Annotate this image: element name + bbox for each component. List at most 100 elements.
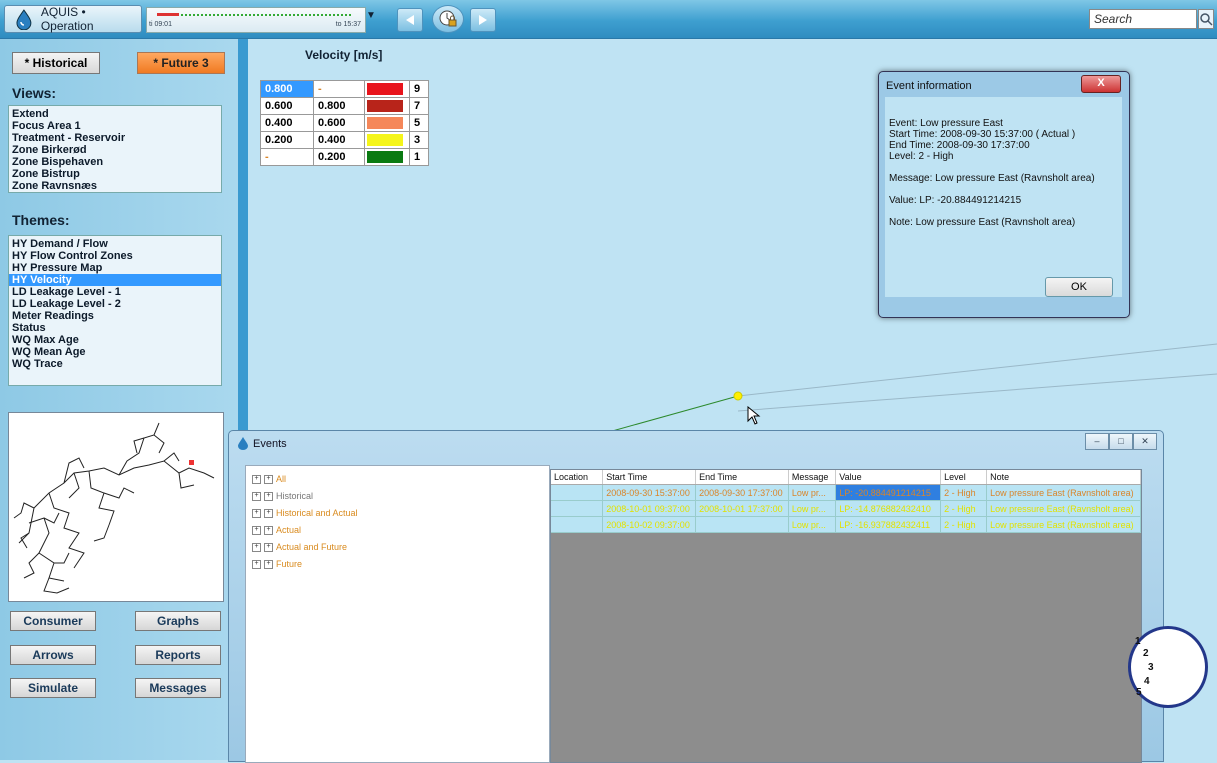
theme-item[interactable]: LD Leakage Level - 1 — [9, 286, 221, 298]
previous-button[interactable] — [397, 8, 423, 32]
view-item[interactable]: Zone Bispehaven — [9, 156, 221, 168]
table-cell[interactable]: Low pr... — [788, 500, 837, 517]
table-cell[interactable] — [551, 516, 604, 533]
search-input[interactable]: Search — [1089, 9, 1197, 29]
view-item[interactable]: Zone Ravnsnæs — [9, 180, 221, 192]
app-menu-button[interactable]: AQUIS • Operation — [4, 5, 142, 33]
column-header[interactable]: End Time — [695, 470, 789, 485]
table-row[interactable]: 2008-09-30 15:37:00 2008-09-30 17:37:00 Lo… — [551, 484, 1141, 501]
timeline-dropdown-icon[interactable]: ▼ — [366, 10, 376, 21]
graphs-button[interactable]: Graphs — [135, 611, 221, 631]
events-window: Events – □ ✕ + + All + + Historical + + Historic… — [228, 430, 1164, 763]
expand-icon[interactable]: + — [264, 543, 273, 553]
table-cell[interactable]: Low pressure East (Ravnsholt area) — [986, 484, 1141, 501]
view-item[interactable]: Zone Bistrup — [9, 168, 221, 180]
expand-icon[interactable]: + — [252, 526, 261, 536]
simulate-button[interactable]: Simulate — [10, 678, 96, 698]
reports-button[interactable]: Reports — [135, 645, 221, 665]
table-cell[interactable]: LP: -16.937882432411 — [835, 516, 942, 533]
view-item[interactable]: Treatment - Reservoir — [9, 132, 221, 144]
theme-item[interactable]: HY Pressure Map — [9, 262, 221, 274]
table-cell[interactable] — [551, 484, 604, 501]
table-row[interactable]: 2008-10-01 09:37:00 2008-10-01 17:37:00 Lo… — [551, 500, 1141, 517]
tree-node[interactable]: + + Actual — [252, 525, 301, 536]
expand-icon[interactable]: + — [252, 475, 261, 485]
table-cell[interactable] — [551, 500, 604, 517]
maximize-button[interactable]: □ — [1109, 433, 1133, 450]
table-cell[interactable]: 2 - High — [940, 484, 988, 501]
table-cell[interactable]: Low pressure East (Ravnsholt area) — [986, 500, 1141, 517]
theme-item[interactable]: Status — [9, 322, 221, 334]
column-header[interactable]: Note — [986, 470, 1141, 485]
column-header[interactable]: Value — [835, 470, 942, 485]
table-cell[interactable]: 2 - High — [940, 516, 988, 533]
expand-icon[interactable]: + — [252, 543, 261, 553]
messages-button[interactable]: Messages — [135, 678, 221, 698]
table-cell[interactable]: 2008-10-01 17:37:00 — [695, 500, 789, 517]
expand-icon[interactable]: + — [264, 526, 273, 536]
view-item[interactable]: Zone Birkerød — [9, 144, 221, 156]
table-cell[interactable]: 2008-09-30 15:37:00 — [602, 484, 697, 501]
expand-icon[interactable]: + — [252, 492, 261, 502]
table-cell[interactable]: 2008-10-01 09:37:00 — [602, 500, 697, 517]
tree-node[interactable]: + + Future — [252, 559, 302, 570]
tree-node[interactable]: + + Actual and Future — [252, 542, 347, 553]
column-header[interactable]: Message — [788, 470, 837, 485]
tree-node[interactable]: + + Historical — [252, 491, 313, 502]
minimize-button[interactable]: – — [1085, 433, 1109, 450]
column-header[interactable]: Start Time — [602, 470, 697, 485]
table-cell[interactable]: 2 - High — [940, 500, 988, 517]
expand-icon[interactable]: + — [264, 560, 273, 570]
table-cell[interactable]: LP: -20.884491214215 — [835, 484, 942, 501]
search-button[interactable] — [1198, 9, 1214, 29]
expand-icon[interactable]: + — [264, 475, 273, 485]
timeline-slider[interactable]: ti 09:01 to 15:37 — [146, 7, 366, 33]
clock-lock-button[interactable] — [432, 5, 464, 33]
water-drop-icon — [16, 9, 32, 30]
consumer-button[interactable]: Consumer — [10, 611, 96, 631]
close-button[interactable]: ✕ — [1133, 433, 1157, 450]
theme-item[interactable]: WQ Trace — [9, 358, 221, 370]
clock-dial[interactable]: 1 2 3 4 5 — [1128, 626, 1208, 708]
table-cell[interactable]: 2008-09-30 17:37:00 — [695, 484, 789, 501]
view-item[interactable]: Focus Area 1 — [9, 120, 221, 132]
table-cell[interactable]: 2008-10-02 09:37:00 — [602, 516, 697, 533]
table-cell[interactable]: Low pr... — [788, 484, 837, 501]
theme-item[interactable]: HY Flow Control Zones — [9, 250, 221, 262]
event-end-time: End Time: 2008-09-30 17:37:00 — [889, 140, 1030, 151]
theme-item[interactable]: Meter Readings — [9, 310, 221, 322]
theme-item[interactable]: HY Velocity — [9, 274, 221, 286]
dialog-title: Event information — [886, 80, 972, 92]
table-cell[interactable]: Low pressure East (Ravnsholt area) — [986, 516, 1141, 533]
event-filter-tree[interactable]: + + All + + Historical + + Historical and Actual… — [245, 465, 550, 763]
next-button[interactable] — [470, 8, 496, 32]
views-list[interactable]: Extend Focus Area 1 Treatment - Reservoir Z… — [8, 105, 222, 193]
theme-item[interactable]: WQ Mean Age — [9, 346, 221, 358]
theme-item[interactable]: WQ Max Age — [9, 334, 221, 346]
water-drop-icon — [238, 437, 248, 450]
expand-icon[interactable]: + — [264, 509, 273, 519]
events-grid[interactable]: Location Start Time End Time Message Value Le… — [550, 469, 1142, 763]
table-cell[interactable] — [695, 516, 789, 533]
tree-node[interactable]: + + All — [252, 474, 286, 485]
historical-button[interactable]: * Historical — [12, 52, 100, 74]
theme-item[interactable]: LD Leakage Level - 2 — [9, 298, 221, 310]
overview-minimap[interactable] — [8, 412, 224, 602]
future-button[interactable]: * Future 3 — [137, 52, 225, 74]
expand-icon[interactable]: + — [264, 492, 273, 502]
expand-icon[interactable]: + — [252, 509, 261, 519]
column-header[interactable]: Level — [940, 470, 988, 485]
themes-list[interactable]: HY Demand / Flow HY Flow Control Zones HY … — [8, 235, 222, 386]
arrows-button[interactable]: Arrows — [10, 645, 96, 665]
dialog-ok-button[interactable]: OK — [1045, 277, 1113, 297]
tree-node[interactable]: + + Historical and Actual — [252, 508, 358, 519]
dialog-close-button[interactable]: X — [1081, 75, 1121, 93]
table-cell[interactable]: Low pr... — [788, 516, 837, 533]
table-cell[interactable]: LP: -14.876882432410 — [835, 500, 942, 517]
view-item[interactable]: Extend — [9, 108, 221, 120]
theme-item[interactable]: HY Demand / Flow — [9, 238, 221, 250]
expand-icon[interactable]: + — [252, 560, 261, 570]
column-header[interactable]: Location — [551, 470, 604, 485]
table-row[interactable]: 2008-10-02 09:37:00 Low pr... LP: -16.9378… — [551, 516, 1141, 533]
legend-from: 0.400 — [260, 114, 314, 132]
